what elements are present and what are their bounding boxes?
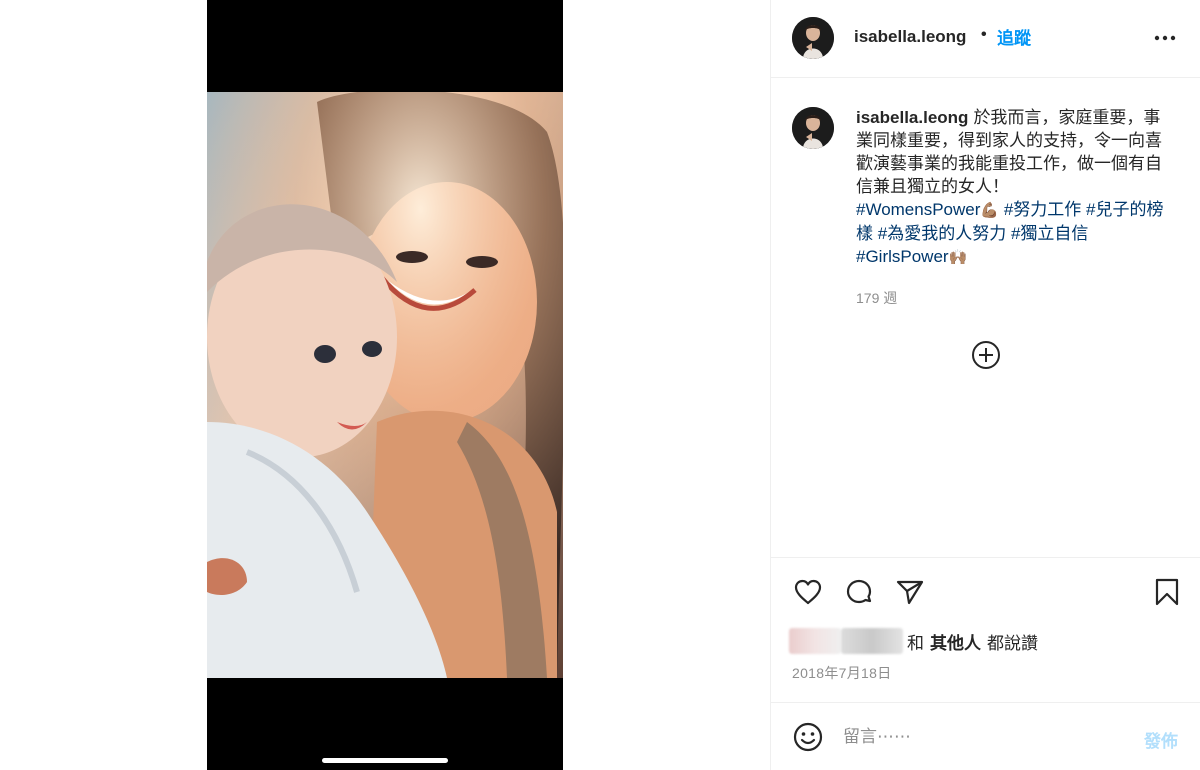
comment-bubble-icon[interactable] xyxy=(843,576,875,608)
likes-others-link[interactable]: 其他人 xyxy=(930,629,981,654)
add-comment-bar: 發佈 xyxy=(771,702,1200,770)
likes-liked-label: 都說讚 xyxy=(987,633,1038,653)
hashtag-link[interactable]: #為愛我的人努力 xyxy=(878,224,1006,243)
post-media-area xyxy=(0,0,770,770)
post-caption: isabella.leong 於我而言，家庭重要，事業同樣重要，得到家人的支持，令… xyxy=(856,106,1171,269)
smiley-icon[interactable] xyxy=(792,721,824,753)
phone-screenshot xyxy=(207,0,563,770)
caption-username[interactable]: isabella.leong xyxy=(856,108,968,127)
post-header: isabella.leong • 追蹤 xyxy=(771,0,1200,78)
post-photo xyxy=(207,92,563,678)
raising-hands-emoji: 🙌🏽 xyxy=(948,249,968,266)
paper-plane-icon[interactable] xyxy=(894,576,926,608)
caption-avatar[interactable] xyxy=(792,107,834,149)
profile-avatar-image xyxy=(792,17,834,59)
mother-and-baby-photo xyxy=(207,92,563,678)
bookmark-icon[interactable] xyxy=(1151,576,1183,608)
comments-section: isabella.leong 於我而言，家庭重要，事業同樣重要，得到家人的支持，令… xyxy=(771,79,1200,557)
heart-icon[interactable] xyxy=(792,576,824,608)
likes-and-label: 和 xyxy=(907,633,924,653)
blurred-liker-name xyxy=(841,628,903,654)
post-comment-button[interactable]: 發佈 xyxy=(1144,727,1178,752)
home-indicator-bar xyxy=(322,758,448,763)
flexed-biceps-emoji: 💪🏽 xyxy=(980,202,1000,219)
hashtag-link[interactable]: #GirlsPower xyxy=(856,247,949,266)
caption-age[interactable]: 179 週 xyxy=(856,288,897,308)
follow-button[interactable]: 追蹤 xyxy=(997,24,1031,49)
header-username[interactable]: isabella.leong xyxy=(854,27,966,47)
header-separator-dot: • xyxy=(981,26,987,43)
post-date[interactable]: 2018年7月18日 xyxy=(792,663,892,683)
avatar[interactable] xyxy=(792,17,834,59)
plus-circle-icon[interactable] xyxy=(971,340,1001,370)
blurred-liker-avatar xyxy=(789,628,841,654)
hashtag-link[interactable]: #WomensPower xyxy=(856,200,980,219)
hashtag-link[interactable]: #努力工作 xyxy=(1004,200,1081,219)
post-side-panel: isabella.leong • 追蹤 isabella.leong 於我而言，… xyxy=(770,0,1200,770)
comment-input[interactable] xyxy=(843,723,1123,751)
hashtag-link[interactable]: #獨立自信 xyxy=(1011,224,1088,243)
post-actions-section: 和 其他人 都說讚 2018年7月18日 xyxy=(771,557,1200,702)
caption-avatar-image xyxy=(792,107,834,149)
more-options-icon[interactable] xyxy=(1152,28,1178,48)
liked-by-line: 和 其他人 都說讚 xyxy=(789,628,1038,654)
